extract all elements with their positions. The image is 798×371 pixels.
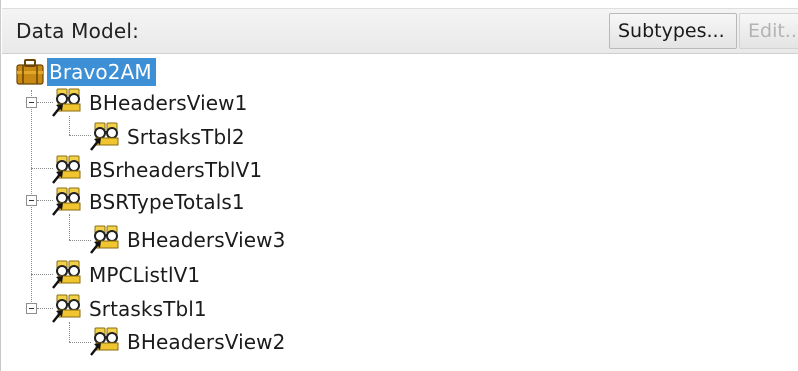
view-object-icon xyxy=(51,260,85,290)
data-model-label: Data Model: xyxy=(16,19,140,43)
view-object-icon xyxy=(89,225,123,255)
collapse-toggle-bsrtypetotals1[interactable] xyxy=(26,195,37,206)
tree-guide-line xyxy=(69,322,70,342)
tree-node-label: SrtasksTbl1 xyxy=(89,297,207,321)
tree-guide-line xyxy=(69,342,91,343)
view-object-icon xyxy=(51,155,85,185)
tree-guide-line xyxy=(31,274,53,275)
application-module-icon xyxy=(15,59,45,85)
collapse-toggle-bheadersview1[interactable] xyxy=(26,97,37,108)
tree-node-bheadersview2[interactable]: BHeadersView2 xyxy=(89,326,285,358)
view-object-icon xyxy=(89,122,123,152)
tree-node-label: BSRTypeTotals1 xyxy=(89,190,245,214)
tree-node-label: BHeadersView3 xyxy=(127,228,286,252)
subtypes-button[interactable]: Subtypes... xyxy=(609,13,737,49)
view-object-icon xyxy=(51,88,85,118)
view-object-icon xyxy=(51,187,85,217)
tree-node-bheadersview1[interactable]: BHeadersView1 xyxy=(51,87,247,119)
tree-node-bsrtypetotals1[interactable]: BSRTypeTotals1 xyxy=(51,186,245,218)
tree-guide-line xyxy=(69,240,91,241)
tree-guide-line xyxy=(31,168,53,169)
tree-guide-line xyxy=(69,135,91,136)
tree-node-label: SrtasksTbl2 xyxy=(127,125,245,149)
collapse-toggle-srtaskstbl1[interactable] xyxy=(26,303,37,314)
tree-root-bravo2am[interactable]: Bravo2AM xyxy=(15,56,156,88)
tree-node-label: MPCListlV1 xyxy=(89,263,201,287)
tree-node-label: BHeadersView2 xyxy=(127,330,286,354)
tree-node-bsrheaderstblv1[interactable]: BSrheadersTblV1 xyxy=(51,154,262,186)
tree-node-mpclistlv1[interactable]: MPCListlV1 xyxy=(51,259,200,291)
tree-node-srtaskstbl1[interactable]: SrtasksTbl1 xyxy=(51,293,207,325)
tree-node-bheadersview3[interactable]: BHeadersView3 xyxy=(89,224,285,256)
edit-button[interactable]: Edit... xyxy=(739,13,798,49)
data-model-header: Data Model: Subtypes... Edit... xyxy=(2,8,798,54)
tree-node-srtaskstbl2[interactable]: SrtasksTbl2 xyxy=(89,121,245,153)
tree-node-label: BSrheadersTblV1 xyxy=(89,158,263,182)
tree-node-label: Bravo2AM xyxy=(47,58,156,86)
data-model-tree[interactable]: Bravo2AM BHeadersView1 SrtasksTbl2 BSrhe… xyxy=(1,54,798,371)
data-model-panel: Data Model: Subtypes... Edit... Bravo2AM… xyxy=(0,0,798,371)
view-object-icon xyxy=(51,294,85,324)
tree-node-label: BHeadersView1 xyxy=(89,91,248,115)
view-object-icon xyxy=(89,327,123,357)
